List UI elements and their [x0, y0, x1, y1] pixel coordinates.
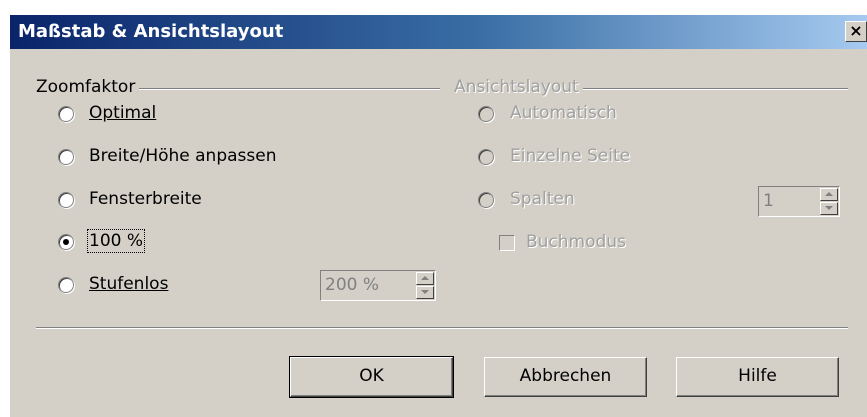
radio-single-page[interactable] [478, 149, 494, 165]
layout-group-label: Ansichtslayout [454, 77, 583, 97]
bookmode-checkbox[interactable] [499, 235, 515, 251]
radio-columns[interactable] [478, 192, 494, 208]
cancel-button[interactable]: Abbrechen [484, 357, 647, 397]
option-label-variable: Stufenlos [89, 274, 169, 294]
zoom-group-label: Zoomfaktor [36, 77, 140, 97]
ok-button[interactable]: OK [289, 356, 454, 398]
option-label-window-width: Fensterbreite [89, 189, 202, 209]
button-separator [36, 327, 848, 329]
chevron-down-icon [421, 290, 429, 294]
zoom-spin-down-button[interactable] [416, 286, 434, 299]
bookmode-label: Buchmodus [526, 232, 626, 252]
title-bar[interactable]: Maßstab & Ansichtslayout × [10, 15, 867, 49]
columns-spin-up-button[interactable] [820, 188, 838, 201]
radio-automatic[interactable] [478, 106, 494, 122]
columns-spinbox[interactable]: 1 [758, 186, 840, 217]
radio-fit-width-height[interactable] [58, 149, 74, 165]
option-label-optimal: Optimal [89, 103, 157, 123]
radio-optimal[interactable] [58, 106, 74, 122]
zoom-value-text: 200 % [325, 275, 380, 295]
option-label-100-percent: 100 % [86, 229, 146, 253]
columns-value-text: 1 [763, 191, 774, 211]
radio-window-width[interactable] [58, 192, 74, 208]
option-label-columns: Spalten [510, 189, 575, 209]
zoom-spin-up-button[interactable] [416, 272, 434, 285]
chevron-up-icon [825, 192, 833, 196]
chevron-up-icon [421, 276, 429, 280]
close-icon: × [849, 21, 863, 40]
chevron-down-icon [825, 206, 833, 210]
columns-spin-down-button[interactable] [820, 202, 838, 215]
help-button[interactable]: Hilfe [676, 357, 839, 397]
option-label-single-page: Einzelne Seite [510, 146, 631, 166]
option-label-fit-width-height: Breite/Höhe anpassen [89, 146, 277, 166]
radio-variable[interactable] [58, 277, 74, 293]
close-button[interactable]: × [845, 21, 867, 42]
option-label-automatic: Automatisch [510, 103, 617, 123]
radio-100-percent[interactable] [58, 234, 74, 250]
zoom-value-spinbox[interactable]: 200 % [320, 270, 436, 301]
zoom-layout-dialog: Maßstab & Ansichtslayout × Zoomfaktor Op… [10, 15, 867, 417]
dialog-title: Maßstab & Ansichtslayout [18, 21, 284, 42]
